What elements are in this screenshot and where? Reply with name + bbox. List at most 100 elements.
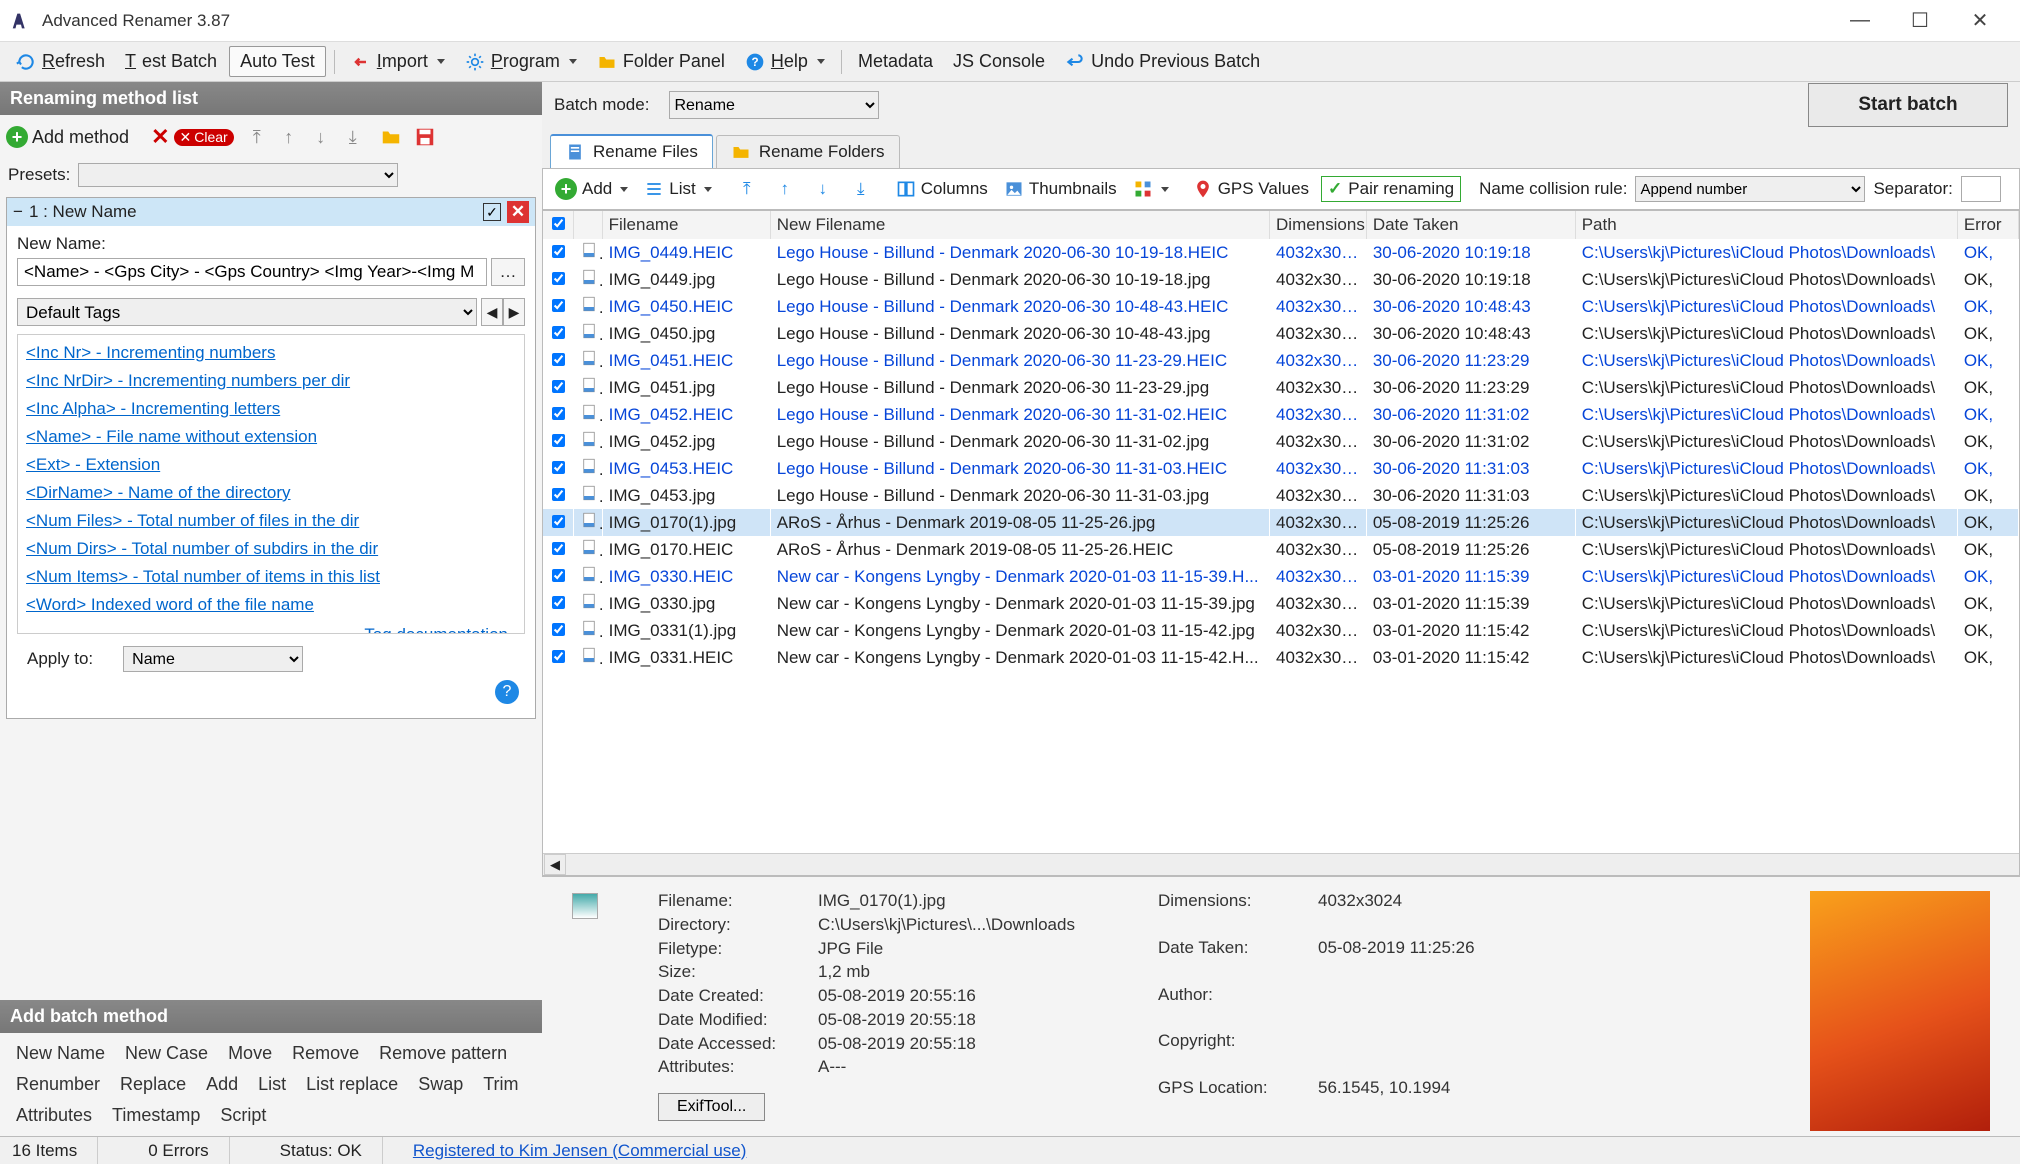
collision-dropdown[interactable]: Append number xyxy=(1635,176,1865,202)
tag-link[interactable]: <Num Items> - Total number of items in t… xyxy=(20,563,522,591)
view-mode-button[interactable] xyxy=(1129,177,1173,201)
file-table[interactable]: Filename New Filename Dimensions Date Ta… xyxy=(543,211,2019,671)
table-row[interactable]: IMG_0449.HEICLego House - Billund - Denm… xyxy=(543,239,2019,266)
tag-prev-button[interactable]: ◀ xyxy=(481,298,503,326)
presets-dropdown[interactable] xyxy=(78,163,398,187)
table-row[interactable]: IMG_0452.HEICLego House - Billund - Denm… xyxy=(543,401,2019,428)
new-name-input[interactable] xyxy=(17,258,487,286)
table-row[interactable]: IMG_0170.HEICARoS - Århus - Denmark 2019… xyxy=(543,536,2019,563)
col-path[interactable]: Path xyxy=(1575,211,1957,239)
clear-methods-button[interactable]: ✕ Clear xyxy=(174,129,234,146)
tag-link[interactable]: <DirName> - Name of the directory xyxy=(20,479,522,507)
table-row[interactable]: IMG_0449.jpgLego House - Billund - Denma… xyxy=(543,266,2019,293)
table-row[interactable]: IMG_0331.HEICNew car - Kongens Lyngby - … xyxy=(543,644,2019,671)
save-button[interactable] xyxy=(410,123,440,151)
tab-rename-folders[interactable]: Rename Folders xyxy=(716,135,900,168)
row-checkbox[interactable] xyxy=(552,515,565,528)
row-checkbox[interactable] xyxy=(552,326,565,339)
delete-method-button[interactable]: ✕ xyxy=(151,124,169,150)
tag-link[interactable]: <Ext> - Extension xyxy=(20,451,522,479)
horizontal-scrollbar[interactable]: ◀ xyxy=(543,853,2019,875)
separator-input[interactable] xyxy=(1961,176,2001,202)
list-button[interactable]: List xyxy=(640,177,715,201)
col-error[interactable]: Error xyxy=(1957,211,2018,239)
apply-to-dropdown[interactable]: Name xyxy=(123,646,303,672)
start-batch-button[interactable]: Start batch xyxy=(1808,83,2008,127)
batch-method-link[interactable]: Renumber xyxy=(8,1072,108,1097)
batch-method-link[interactable]: Remove pattern xyxy=(371,1041,515,1066)
thumbnails-button[interactable]: Thumbnails xyxy=(1000,177,1121,201)
row-checkbox[interactable] xyxy=(552,299,565,312)
batch-method-link[interactable]: Trim xyxy=(475,1072,526,1097)
table-row[interactable]: IMG_0453.HEICLego House - Billund - Denm… xyxy=(543,455,2019,482)
program-button[interactable]: Program xyxy=(457,47,585,76)
batch-method-link[interactable]: Timestamp xyxy=(104,1103,208,1128)
move-up-button[interactable]: ↑ xyxy=(274,123,304,151)
undo-button[interactable]: Undo Previous Batch xyxy=(1057,47,1268,76)
move-bottom-button[interactable]: ⤓ xyxy=(338,123,368,151)
tag-link[interactable]: <Num Dirs> - Total number of subdirs in … xyxy=(20,535,522,563)
batch-method-link[interactable]: Swap xyxy=(410,1072,471,1097)
sort-top-button[interactable]: ⤒ xyxy=(732,175,762,203)
col-new-filename[interactable]: New Filename xyxy=(770,211,1269,239)
table-row[interactable]: IMG_0331(1).jpgNew car - Kongens Lyngby … xyxy=(543,617,2019,644)
table-row[interactable]: IMG_0450.jpgLego House - Billund - Denma… xyxy=(543,320,2019,347)
method-close-button[interactable]: ✕ xyxy=(507,201,529,223)
registration-link[interactable]: Registered to Kim Jensen (Commercial use… xyxy=(413,1141,747,1161)
open-folder-button[interactable] xyxy=(376,123,406,151)
table-row[interactable]: IMG_0330.HEICNew car - Kongens Lyngby - … xyxy=(543,563,2019,590)
exiftool-button[interactable]: ExifTool... xyxy=(658,1093,765,1121)
sort-up-button[interactable]: ↑ xyxy=(770,175,800,203)
select-all-checkbox[interactable] xyxy=(552,217,565,230)
tag-category-dropdown[interactable]: Default Tags xyxy=(17,298,477,326)
batch-method-link[interactable]: List xyxy=(250,1072,294,1097)
move-top-button[interactable]: ⤒ xyxy=(242,123,272,151)
row-checkbox[interactable] xyxy=(552,434,565,447)
tag-link[interactable]: <Inc Nr> - Incrementing numbers xyxy=(20,339,522,367)
method-enabled-checkbox[interactable]: ✓ xyxy=(483,203,501,221)
method-help-button[interactable]: ? xyxy=(495,680,519,704)
batch-method-link[interactable]: Move xyxy=(220,1041,280,1066)
batch-method-link[interactable]: Add xyxy=(198,1072,246,1097)
row-checkbox[interactable] xyxy=(552,407,565,420)
table-row[interactable]: IMG_0450.HEICLego House - Billund - Denm… xyxy=(543,293,2019,320)
row-checkbox[interactable] xyxy=(552,569,565,582)
method-header[interactable]: − 1 : New Name ✓ ✕ xyxy=(7,198,535,226)
row-checkbox[interactable] xyxy=(552,650,565,663)
tab-rename-files[interactable]: Rename Files xyxy=(550,134,713,168)
metadata-button[interactable]: Metadata xyxy=(850,47,941,76)
pair-renaming-toggle[interactable]: ✓Pair renaming xyxy=(1321,176,1461,202)
batch-method-link[interactable]: Remove xyxy=(284,1041,367,1066)
add-method-button[interactable]: + Add method xyxy=(6,126,129,148)
scroll-left-button[interactable]: ◀ xyxy=(544,854,566,875)
row-checkbox[interactable] xyxy=(552,353,565,366)
batch-method-link[interactable]: New Name xyxy=(8,1041,113,1066)
batch-method-link[interactable]: Replace xyxy=(112,1072,194,1097)
sort-down-button[interactable]: ↓ xyxy=(808,175,838,203)
tag-link[interactable]: <Inc NrDir> - Incrementing numbers per d… xyxy=(20,367,522,395)
folder-panel-button[interactable]: Folder Panel xyxy=(589,47,733,76)
row-checkbox[interactable] xyxy=(552,245,565,258)
table-row[interactable]: IMG_0453.jpgLego House - Billund - Denma… xyxy=(543,482,2019,509)
col-filename[interactable]: Filename xyxy=(602,211,770,239)
batch-method-link[interactable]: New Case xyxy=(117,1041,216,1066)
gps-values-button[interactable]: GPS Values xyxy=(1189,177,1313,201)
tag-link[interactable]: <Inc Alpha> - Incrementing letters xyxy=(20,395,522,423)
refresh-button[interactable]: Refresh xyxy=(8,47,113,76)
row-checkbox[interactable] xyxy=(552,380,565,393)
test-batch-button[interactable]: Test Batch xyxy=(117,47,225,76)
row-checkbox[interactable] xyxy=(552,596,565,609)
tag-link[interactable]: <Word> Indexed word of the file name xyxy=(20,591,522,619)
row-checkbox[interactable] xyxy=(552,461,565,474)
batch-method-link[interactable]: Attributes xyxy=(8,1103,100,1128)
batch-mode-dropdown[interactable]: Rename xyxy=(669,91,879,119)
close-button[interactable]: ✕ xyxy=(1950,0,2010,41)
batch-method-link[interactable]: List replace xyxy=(298,1072,406,1097)
import-button[interactable]: Import xyxy=(343,47,453,76)
row-checkbox[interactable] xyxy=(552,542,565,555)
table-row[interactable]: IMG_0451.jpgLego House - Billund - Denma… xyxy=(543,374,2019,401)
new-name-browse-button[interactable]: … xyxy=(491,258,525,286)
table-row[interactable]: IMG_0451.HEICLego House - Billund - Denm… xyxy=(543,347,2019,374)
add-files-button[interactable]: +Add xyxy=(551,176,632,202)
js-console-button[interactable]: JS Console xyxy=(945,47,1053,76)
